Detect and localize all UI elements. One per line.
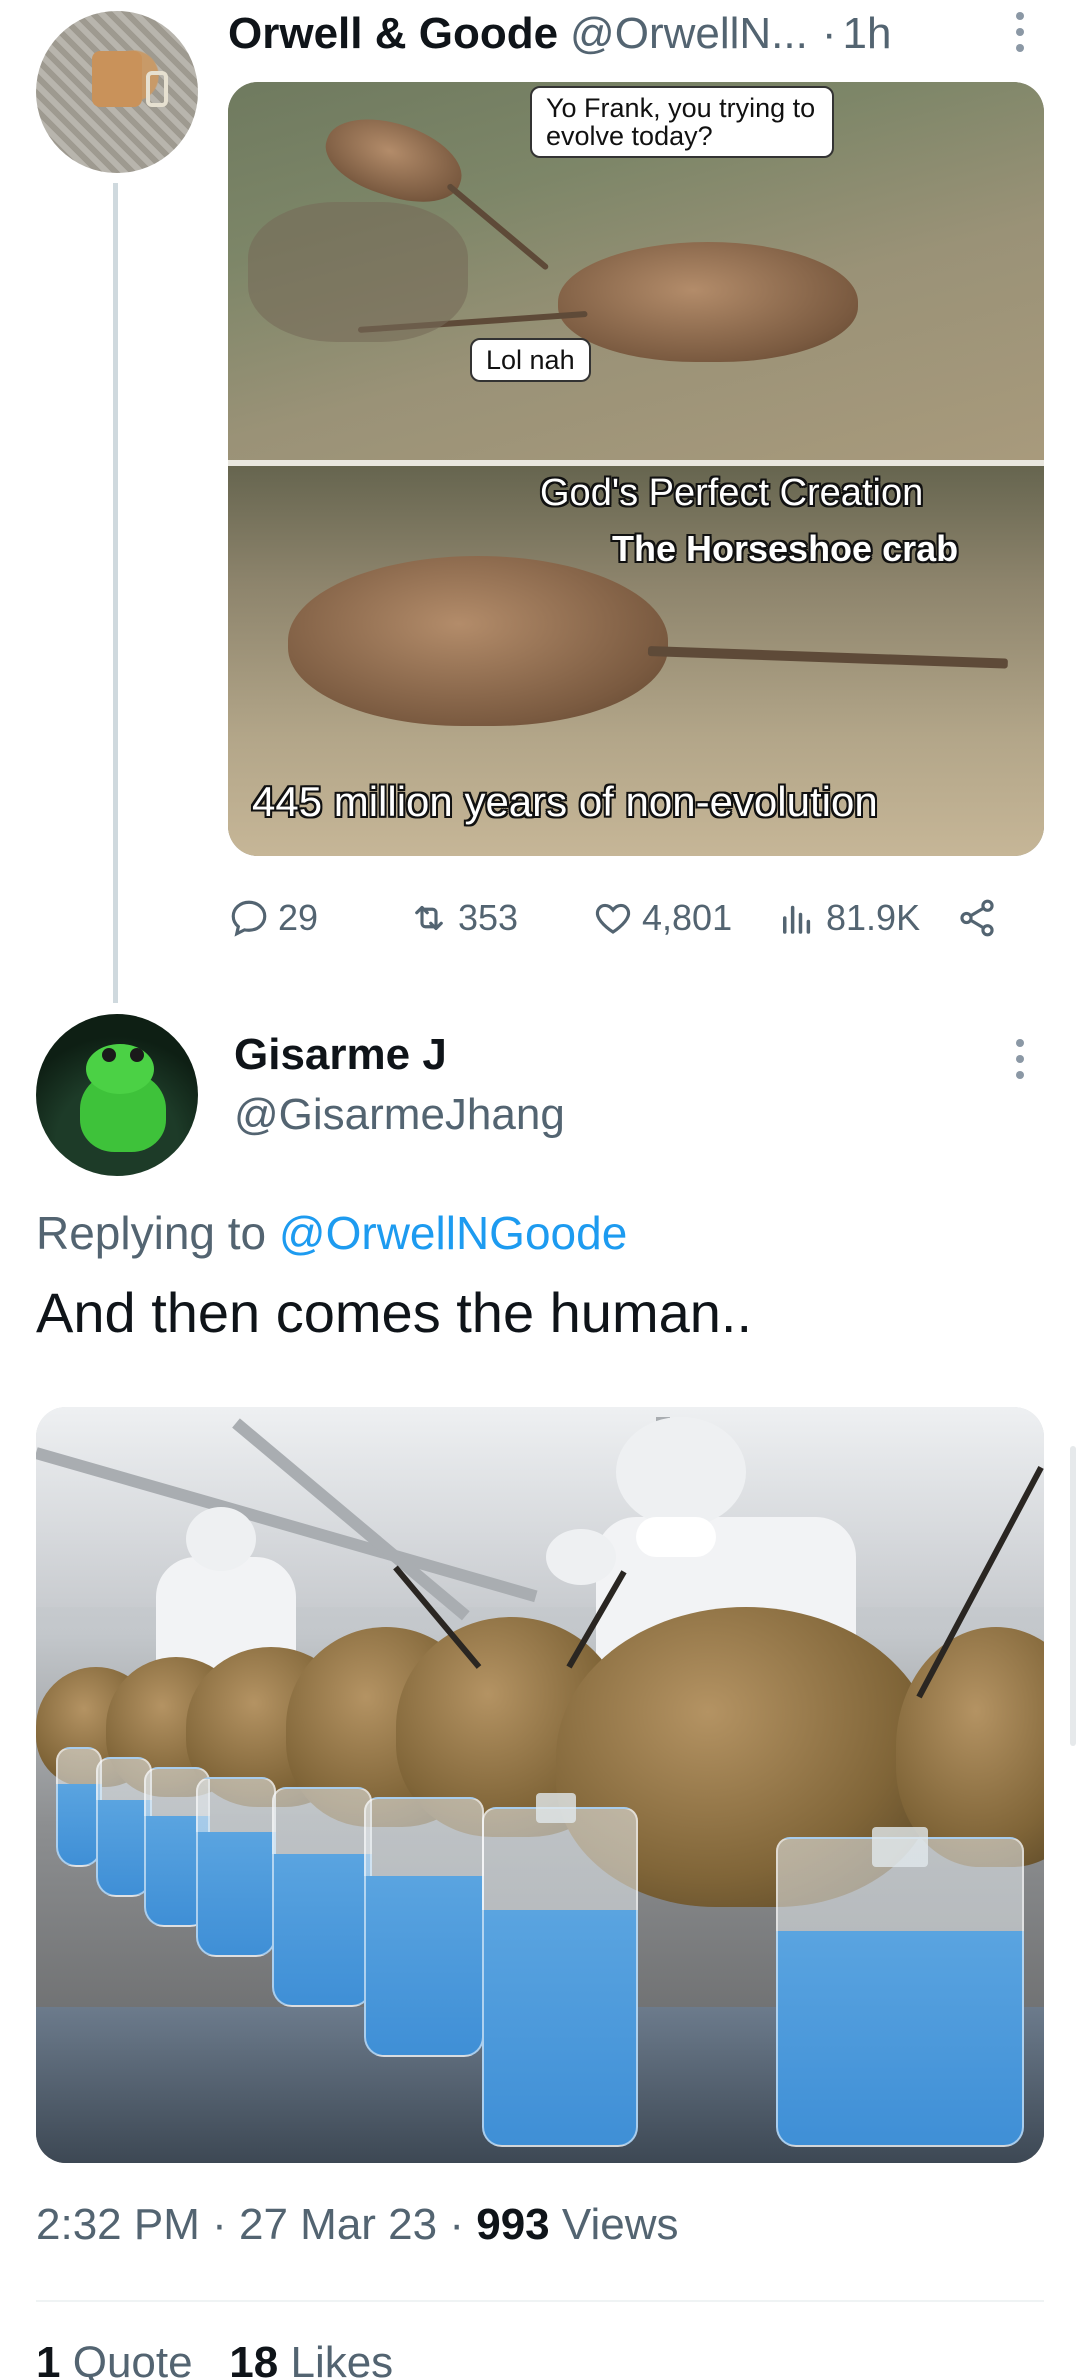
meme-caption-line1: God's Perfect Creation bbox=[540, 472, 924, 514]
share-action[interactable] bbox=[956, 890, 1006, 946]
retweet-icon bbox=[415, 905, 443, 931]
speech-bubble-reply: Lol nah bbox=[470, 338, 591, 382]
engagement-summary: 1 Quote 18 Likes bbox=[36, 2338, 393, 2380]
reply-tweet-meta: 2:32 PM · 27 Mar 23 · 993 Views bbox=[36, 2200, 678, 2250]
meme-top-panel: Yo Frank, you trying to evolve today? Lo… bbox=[228, 82, 1044, 460]
meta-separator: · bbox=[212, 2200, 227, 2249]
avatar-gisarme[interactable] bbox=[36, 1014, 198, 1176]
tweet-date[interactable]: 27 Mar 23 bbox=[239, 2200, 437, 2249]
thread-connector-line bbox=[113, 183, 118, 1003]
avatar-cage-ring bbox=[146, 71, 168, 107]
meme-bottom-panel: God's Perfect Creation The Horseshoe cra… bbox=[228, 466, 1044, 856]
quotes-link[interactable]: 1 Quote bbox=[36, 2338, 193, 2380]
quotes-label: Quote bbox=[72, 2338, 193, 2380]
scrollbar[interactable] bbox=[1070, 1446, 1076, 1746]
reply-tweet-text: And then comes the human.. bbox=[36, 1281, 752, 1344]
reply-display-name[interactable]: Gisarme J bbox=[234, 1030, 447, 1080]
section-divider bbox=[36, 2300, 1044, 2302]
parent-display-name[interactable]: Orwell & Goode bbox=[228, 9, 558, 59]
avatar-dog-figure bbox=[92, 51, 142, 107]
views-count: 81.9K bbox=[826, 897, 921, 938]
meme-caption-bottom: 445 million years of non-evolution bbox=[252, 778, 878, 825]
reply-handle[interactable]: @GisarmeJhang bbox=[234, 1090, 565, 1140]
quotes-count: 1 bbox=[36, 2338, 61, 2380]
like-count: 4,801 bbox=[642, 897, 733, 938]
replying-to-label: Replying to bbox=[36, 1207, 267, 1259]
reply-icon bbox=[231, 900, 267, 937]
like-icon bbox=[595, 903, 631, 934]
parent-tweet-header: Orwell & Goode @OrwellN... · 1h bbox=[228, 4, 891, 64]
replying-to-mention[interactable]: @OrwellNGoode bbox=[279, 1207, 627, 1259]
parent-tweet-actions: 29 353 4,801 81.9K bbox=[228, 890, 1048, 946]
avatar-frog-eye bbox=[102, 1048, 116, 1062]
like-action[interactable]: 4,801 bbox=[592, 890, 732, 946]
reply-count: 29 bbox=[278, 897, 319, 938]
tweet-time[interactable]: 2:32 PM bbox=[36, 2200, 200, 2249]
header-separator: · bbox=[821, 9, 837, 58]
parent-tweet-image[interactable]: Yo Frank, you trying to evolve today? Lo… bbox=[228, 82, 1044, 856]
share-icon bbox=[960, 899, 994, 937]
more-icon[interactable] bbox=[1014, 12, 1026, 52]
avatar-frog-eye bbox=[130, 1048, 144, 1062]
reply-action[interactable]: 29 bbox=[228, 890, 318, 946]
more-icon[interactable] bbox=[1014, 1039, 1026, 1079]
likes-link[interactable]: 18 Likes bbox=[229, 2338, 393, 2380]
avatar-orwell-goode[interactable] bbox=[36, 11, 198, 173]
avatar-frog-head bbox=[86, 1044, 154, 1094]
views-action[interactable]: 81.9K bbox=[776, 890, 920, 946]
speech-bubble-top: Yo Frank, you trying to evolve today? bbox=[530, 86, 834, 158]
views-total: 993 bbox=[476, 2200, 550, 2249]
views-label: Views bbox=[561, 2200, 679, 2249]
likes-label: Likes bbox=[290, 2338, 394, 2380]
reply-tweet-image[interactable] bbox=[36, 1407, 1044, 2163]
meme-caption-line2: The Horseshoe crab bbox=[612, 528, 959, 569]
likes-count: 18 bbox=[229, 2338, 279, 2380]
retweet-action[interactable]: 353 bbox=[408, 890, 518, 946]
parent-timestamp[interactable]: 1h bbox=[843, 9, 892, 59]
meta-separator: · bbox=[449, 2200, 464, 2249]
parent-handle[interactable]: @OrwellN... bbox=[570, 9, 808, 59]
retweet-count: 353 bbox=[458, 897, 519, 938]
replying-to-line: Replying to @OrwellNGoode bbox=[36, 1206, 627, 1260]
views-icon bbox=[783, 905, 811, 934]
